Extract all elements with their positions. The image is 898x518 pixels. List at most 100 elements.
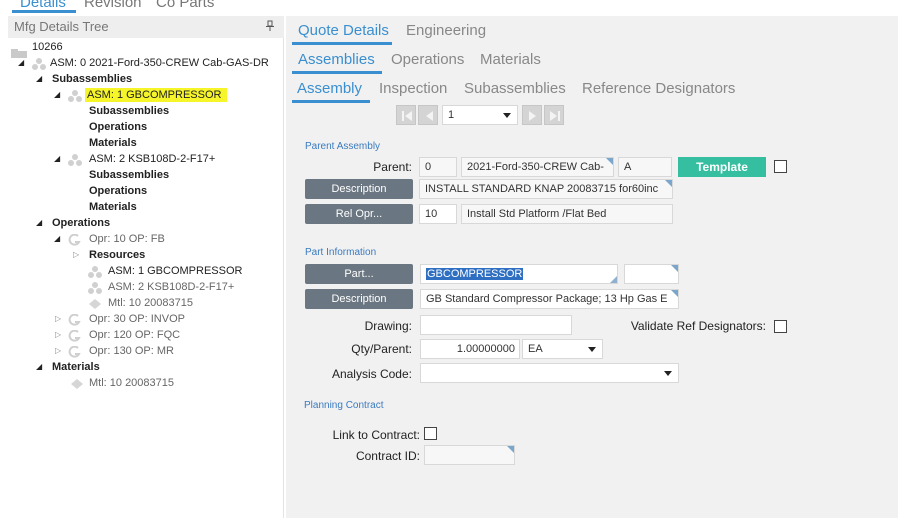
tree-node-resource-asm1[interactable]: ASM: 1 GBCOMPRESSOR xyxy=(108,264,242,278)
parent-description-button[interactable]: Description xyxy=(305,179,413,199)
part-button[interactable]: Part... xyxy=(305,264,413,284)
tab-operations[interactable]: Operations xyxy=(391,51,464,68)
operation-icon xyxy=(68,233,82,246)
part-description-field[interactable]: GB Standard Compressor Package; 13 Hp Ga… xyxy=(420,289,679,309)
tree-node-asm1[interactable]: ASM: 1 GBCOMPRESSOR xyxy=(85,88,227,102)
tab-subassemblies[interactable]: Subassemblies xyxy=(464,80,566,97)
tree-node-asm1-subassemblies[interactable]: Subassemblies xyxy=(89,104,169,118)
record-selector[interactable]: 1 xyxy=(442,105,518,125)
assembly-icon xyxy=(88,281,102,294)
expand-arrow-icon[interactable]: ▷ xyxy=(55,328,61,342)
tree-node-subassemblies[interactable]: Subassemblies xyxy=(52,72,132,86)
chevron-down-icon xyxy=(503,113,511,118)
tree-node-asm2-materials[interactable]: Materials xyxy=(89,200,137,214)
expand-arrow-icon[interactable]: ▷ xyxy=(55,312,61,326)
corner-indicator xyxy=(665,180,672,187)
parent-description-value: INSTALL STANDARD KNAP 20083715 for60inc xyxy=(425,183,659,195)
contract-id-field[interactable] xyxy=(424,445,515,465)
validate-ref-designators-label: Validate Ref Designators: xyxy=(630,319,766,333)
parent-seq-field[interactable]: 0 xyxy=(419,157,457,177)
record-selector-value: 1 xyxy=(448,109,455,121)
last-record-button[interactable] xyxy=(544,105,564,125)
tab-engineering[interactable]: Engineering xyxy=(406,22,486,39)
operation-icon xyxy=(68,329,82,342)
parent-description-field[interactable]: INSTALL STANDARD KNAP 20083715 for60inc xyxy=(419,179,673,199)
expand-arrow-icon[interactable]: ▷ xyxy=(73,248,79,262)
tree-node-opr30[interactable]: Opr: 30 OP: INVOP xyxy=(89,312,185,326)
corner-indicator xyxy=(671,290,678,297)
tab-materials[interactable]: Materials xyxy=(480,51,541,68)
collapse-arrow-icon[interactable]: ◢ xyxy=(18,56,24,70)
collapse-arrow-icon[interactable]: ◢ xyxy=(54,152,60,166)
validate-ref-designators-checkbox[interactable] xyxy=(774,320,787,333)
tree-node-operations[interactable]: Operations xyxy=(52,216,110,230)
template-button[interactable]: Template xyxy=(678,157,766,177)
tab-inspection[interactable]: Inspection xyxy=(379,80,447,97)
tree-node-asm1-materials[interactable]: Materials xyxy=(89,136,137,150)
tree-node-opr10[interactable]: Opr: 10 OP: FB xyxy=(89,232,165,246)
tree-node-asm2-operations[interactable]: Operations xyxy=(89,184,147,198)
tree-node-opr130[interactable]: Opr: 130 OP: MR xyxy=(89,344,174,358)
assembly-icon xyxy=(88,265,102,278)
operation-icon xyxy=(68,313,82,326)
parent-part-value: 2021-Ford-350-CREW Cab- xyxy=(467,161,604,173)
parent-revision-field[interactable]: A xyxy=(618,157,672,177)
part-value: GBCOMPRESSOR xyxy=(426,268,524,280)
collapse-arrow-icon[interactable]: ◢ xyxy=(54,88,60,102)
link-to-contract-label: Link to Contract: xyxy=(332,428,420,442)
collapse-arrow-icon[interactable]: ◢ xyxy=(36,360,42,374)
section-part-information: Part Information xyxy=(305,247,377,258)
template-checkbox[interactable] xyxy=(774,160,787,173)
active-tab-indicator xyxy=(292,100,370,103)
operation-icon xyxy=(68,345,82,358)
rel-opr-description-field: Install Std Platform /Flat Bed xyxy=(461,204,673,224)
parent-part-field[interactable]: 2021-Ford-350-CREW Cab- xyxy=(461,157,614,177)
tree-node-resources[interactable]: Resources xyxy=(89,248,145,262)
tab-assemblies[interactable]: Assemblies xyxy=(298,51,375,68)
uom-select[interactable]: EA xyxy=(522,339,603,359)
first-record-button[interactable] xyxy=(396,105,416,125)
collapse-arrow-icon[interactable]: ◢ xyxy=(36,72,42,86)
next-record-button[interactable] xyxy=(522,105,542,125)
tree-node-asm1-label: ASM: 1 GBCOMPRESSOR xyxy=(87,89,222,101)
part-description-button[interactable]: Description xyxy=(305,289,413,309)
material-icon xyxy=(70,377,84,389)
tree-node-materials[interactable]: Materials xyxy=(52,360,100,374)
drawing-field[interactable] xyxy=(420,315,572,335)
tab-quote-details[interactable]: Quote Details xyxy=(298,22,389,39)
tree-node-asm0[interactable]: ASM: 0 2021-Ford-350-CREW Cab-GAS-DR xyxy=(50,56,269,70)
part-field[interactable]: GBCOMPRESSOR xyxy=(420,264,618,284)
tab-revision[interactable]: Revision xyxy=(84,0,142,11)
qty-parent-field[interactable]: 1.00000000 xyxy=(420,339,520,359)
rel-opr-field[interactable]: 10 xyxy=(419,204,457,224)
pin-icon[interactable] xyxy=(265,20,275,35)
tree-node-asm2-subassemblies[interactable]: Subassemblies xyxy=(89,168,169,182)
tree-node-opr120[interactable]: Opr: 120 OP: FQC xyxy=(89,328,180,342)
tree-node-root[interactable]: 10266 xyxy=(32,40,63,54)
expand-arrow-icon[interactable]: ▷ xyxy=(55,344,61,358)
tree-node-asm1-operations[interactable]: Operations xyxy=(89,120,147,134)
analysis-code-select[interactable] xyxy=(420,363,679,383)
top-tab-bar: Details Revision Co Parts xyxy=(0,0,898,14)
collapse-arrow-icon[interactable]: ◢ xyxy=(54,232,60,246)
link-to-contract-checkbox[interactable] xyxy=(424,427,437,440)
collapse-arrow-icon[interactable]: ◢ xyxy=(36,216,42,230)
contract-id-label: Contract ID: xyxy=(355,449,420,463)
part-revision-field[interactable] xyxy=(624,264,679,284)
material-icon xyxy=(88,297,102,309)
active-tab-indicator xyxy=(292,42,392,45)
rel-opr-button[interactable]: Rel Opr... xyxy=(305,204,413,224)
tree-node-asm2[interactable]: ASM: 2 KSB108D-2-F17+ xyxy=(89,152,215,166)
tab-co-parts[interactable]: Co Parts xyxy=(156,0,214,11)
tree-node-resource-mtl[interactable]: Mtl: 10 20083715 xyxy=(108,296,193,310)
tree-title: Mfg Details Tree xyxy=(14,19,109,34)
uom-value: EA xyxy=(528,343,543,355)
tab-assembly[interactable]: Assembly xyxy=(297,80,362,97)
section-planning-contract: Planning Contract xyxy=(304,400,384,411)
tab-reference-designators[interactable]: Reference Designators xyxy=(582,80,735,97)
previous-record-button[interactable] xyxy=(418,105,438,125)
tree-node-resource-asm2[interactable]: ASM: 2 KSB108D-2-F17+ xyxy=(108,280,234,294)
tree-node-mtl10[interactable]: Mtl: 10 20083715 xyxy=(89,376,174,390)
corner-indicator xyxy=(606,158,613,165)
corner-indicator xyxy=(671,265,678,272)
